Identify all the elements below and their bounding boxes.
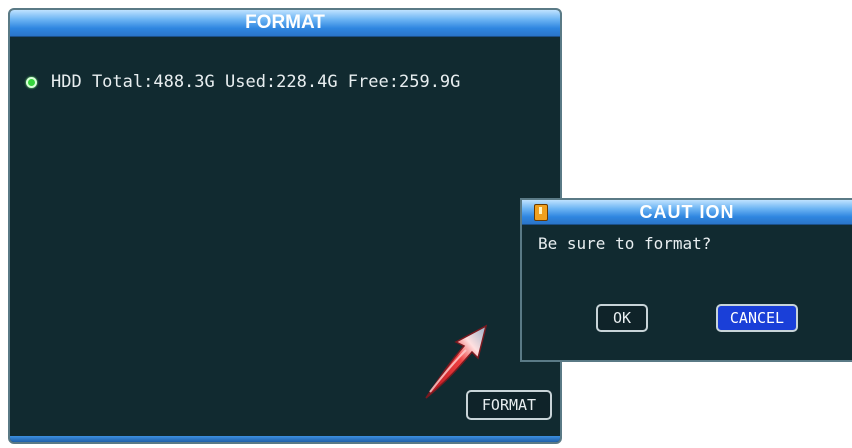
format-window-title: FORMAT [10,10,560,37]
pointer-arrow-icon [425,324,488,399]
status-dot-icon [26,76,37,88]
caution-title: CAUT ION [639,202,735,222]
cancel-button[interactable]: CANCEL [716,304,798,332]
hdd-info-row: HDD Total:488.3G Used:228.4G Free:259.9G [26,72,460,92]
window-bottom-bar [10,436,560,442]
hdd-info-text: HDD Total:488.3G Used:228.4G Free:259.9G [51,72,461,92]
caution-message: Be sure to format? [538,234,712,253]
ok-button[interactable]: OK [596,304,648,332]
caution-titlebar: CAUT ION [522,200,852,225]
caution-dialog: CAUT ION Be sure to format? OK CANCEL [520,198,852,362]
